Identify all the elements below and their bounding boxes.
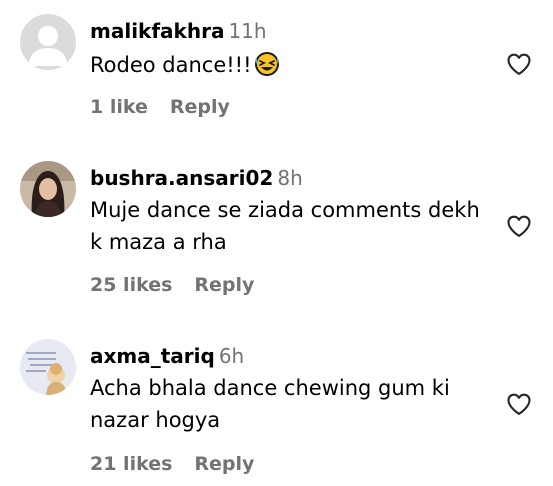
heart-icon[interactable] xyxy=(505,390,533,418)
default-avatar-icon xyxy=(20,14,76,70)
comment-actions: 21 likes Reply xyxy=(90,453,254,475)
profile-photo-icon xyxy=(20,339,76,395)
comment-header: malikfakhra 11h xyxy=(90,17,500,45)
reply-button[interactable]: Reply xyxy=(194,453,254,475)
username-link[interactable]: malikfakhra xyxy=(90,19,224,43)
comment-text: Rodeo dance!!! xyxy=(90,49,500,86)
comment-header: bushra.ansari02 8h xyxy=(90,164,500,192)
comment-text-content: Rodeo dance!!! xyxy=(90,53,252,77)
heart-icon[interactable] xyxy=(505,212,533,240)
heart-icon[interactable] xyxy=(505,50,533,78)
comment-actions: 1 like Reply xyxy=(90,96,230,118)
username-link[interactable]: bushra.ansari02 xyxy=(90,166,273,190)
comment-actions: 25 likes Reply xyxy=(90,274,254,296)
likes-count[interactable]: 1 like xyxy=(90,96,148,118)
comment-header: axma_tariq 6h xyxy=(90,342,500,370)
timestamp[interactable]: 11h xyxy=(228,19,266,43)
comment-text: Muje dance se ziada comments dekh k maza… xyxy=(90,198,480,254)
comment-item: malikfakhra 11h Rodeo dance!!! 1 like Repl… xyxy=(0,0,553,140)
timestamp[interactable]: 6h xyxy=(219,344,244,368)
reply-button[interactable]: Reply xyxy=(170,96,230,118)
avatar[interactable] xyxy=(20,339,76,395)
comment-text: Acha bhala dance chewing gum ki nazar ho… xyxy=(90,376,450,432)
avatar[interactable] xyxy=(20,14,76,70)
comment-item: axma_tariq 6h Acha bhala dance chewing gu… xyxy=(0,318,553,486)
comment-item: bushra.ansari02 8h Muje dance se ziada co… xyxy=(0,140,553,318)
likes-count[interactable]: 25 likes xyxy=(90,274,172,296)
timestamp[interactable]: 8h xyxy=(277,166,302,190)
avatar[interactable] xyxy=(20,161,76,217)
rolling-on-floor-laughing-emoji-icon xyxy=(254,51,280,86)
reply-button[interactable]: Reply xyxy=(194,274,254,296)
profile-photo-icon xyxy=(20,161,76,217)
username-link[interactable]: axma_tariq xyxy=(90,344,215,368)
likes-count[interactable]: 21 likes xyxy=(90,453,172,475)
